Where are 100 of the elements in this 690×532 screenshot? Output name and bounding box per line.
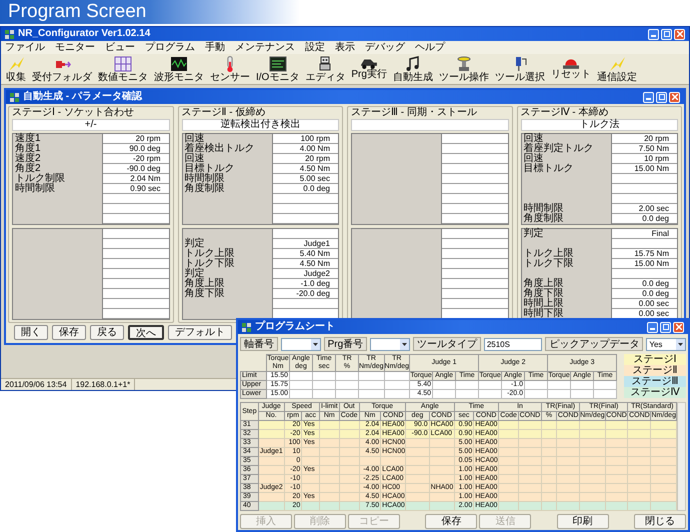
minimize-button[interactable] [643,92,654,102]
parameter-value: 20 rpm [643,134,670,144]
parameter-value: -20 rpm [132,154,162,164]
sheet-button[interactable]: 印刷 [556,514,609,529]
menu-item[interactable]: 手動 [205,41,225,54]
stage-title: ステージⅠ - ソケット合わせ [12,107,135,119]
parameter-value: 2.00 sec [638,204,670,214]
minimize-icon [650,328,655,330]
menu-item[interactable]: モニター [55,41,95,54]
window-title: NR_Configurator Ver1.02.14 [18,28,150,40]
toolbar-button[interactable]: エディタ [304,54,346,84]
minimize-button[interactable] [648,28,659,40]
menu-item[interactable]: 設定 [305,41,325,54]
field-label: 軸番号 [240,337,278,351]
parameter-label: 時間制限 [13,184,104,194]
tool-icon [454,56,473,72]
window-title: プログラムシート [255,321,335,333]
toolbar-button[interactable]: 自動生成 [392,54,434,84]
sheet-button[interactable]: 保存 [425,514,478,529]
toolbar-button[interactable]: 受付フォルダ [31,54,93,84]
toolbar-button[interactable]: 数値モニタ [97,54,149,84]
parameter-label: 判定 [182,239,273,249]
parameter-label: トルク制限 [13,174,104,184]
parameter-value: -20.0 deg [295,289,331,299]
text-field[interactable]: 2510S [484,338,542,350]
parameter-value: 0.0 deg [641,279,670,289]
parameter-label: 時間制限 [522,204,612,214]
parameter-label: 速度2 [13,154,104,164]
toolbar-button[interactable]: 通信設定 [596,54,638,84]
menu-item[interactable]: 表示 [335,41,355,54]
field-label: ツールタイプ [412,337,481,351]
stage-title: ステージⅢ - 同期・ストール [351,107,478,119]
toolbar-button[interactable]: 収集 [5,54,27,84]
maximize-button[interactable] [661,28,672,40]
minimize-icon [651,34,656,36]
parameter-label: 判定 [522,229,612,239]
parameter-label: 角度下限 [182,289,273,299]
dropdown[interactable] [281,338,321,350]
toolbar-button[interactable]: 波形モニタ [153,54,205,84]
parameter-label: 角度下限 [522,289,612,299]
dropdown[interactable]: Yes [646,338,686,350]
app-icon [5,30,14,38]
parameter-value: 0.00 sec [638,299,670,309]
menu-item[interactable]: ビュー [105,41,135,54]
parameter-value: 0.0 deg [641,289,670,299]
toolbar-button[interactable]: ツール操作 [438,54,490,84]
maximize-button[interactable] [656,92,667,102]
toolbar-button[interactable]: ツール選択 [494,54,546,84]
parameter-value: -90.0 deg [126,164,162,174]
parameter-label: 着座判定トルク [522,144,612,154]
parameter-value: 100 rpm [300,134,331,144]
dialog-button[interactable]: 保存 [52,325,86,340]
parameter-value: 5.40 Nm [298,249,331,259]
parameter-value: 20 rpm [304,154,331,164]
parameter-label: 角度2 [13,164,104,174]
status-text: 2011/09/06 13:54 [1,379,72,390]
parameter-value: 15.00 Nm [633,259,670,269]
parameter-value: 2.04 Nm [129,174,162,184]
parameter-value: 4.50 Nm [298,259,331,269]
parameter-value: 0.0 deg [641,214,670,224]
maximize-button[interactable] [660,322,671,332]
dialog-button[interactable]: 開く [14,325,48,340]
parameter-value: 15.00 Nm [633,164,670,174]
parameter-value: 90.0 deg [128,144,162,154]
parameter-value: 4.00 Nm [298,144,331,154]
minimize-button[interactable] [647,322,658,332]
close-button[interactable] [673,322,684,332]
toolbar-button[interactable]: Prg実行 [350,54,388,84]
mode-field: +/- [12,119,170,131]
toolbar-button[interactable]: I/Oモニタ [255,54,300,84]
toolbar-button[interactable]: センサー [209,54,251,84]
dialog-button[interactable]: 戻る [90,325,124,340]
parameter-label: 速度1 [13,134,104,144]
dialog-button[interactable]: 次へ [128,325,164,340]
monitor-icon [268,56,287,72]
parameter-value: 5.00 sec [298,174,331,184]
close-icon [672,94,678,100]
parameter-label: 時間制限 [182,174,273,184]
toolbar-button[interactable]: リセット [550,54,592,84]
dialog-button[interactable]: デフォルト [168,325,232,340]
maximize-icon [658,94,664,100]
menu-item[interactable]: ヘルプ [415,41,445,54]
parameter-label: トルク上限 [522,249,612,259]
close-button[interactable] [674,28,685,40]
menu-item[interactable]: ファイル [5,41,45,54]
parameter-value: 0.0 deg [302,184,331,194]
menu-item[interactable]: プログラム [145,41,195,54]
menu-item[interactable]: デバッグ [365,41,405,54]
parameter-value: Judge2 [302,269,331,279]
menu-item[interactable]: メンテナンス [235,41,295,54]
sheet-button[interactable]: 閉じる [634,514,686,529]
banner-title: Program Screen [8,1,146,23]
caret-icon [400,338,409,350]
parameter-label: トルク下限 [522,259,612,269]
window-title: 自動生成 - パラメータ確認 [23,91,142,103]
dropdown[interactable] [370,338,410,350]
stage-title: ステージⅡ - 仮締め [182,107,266,118]
close-button[interactable] [669,92,680,102]
minimize-icon [646,98,651,100]
scrollbar[interactable] [677,402,686,511]
